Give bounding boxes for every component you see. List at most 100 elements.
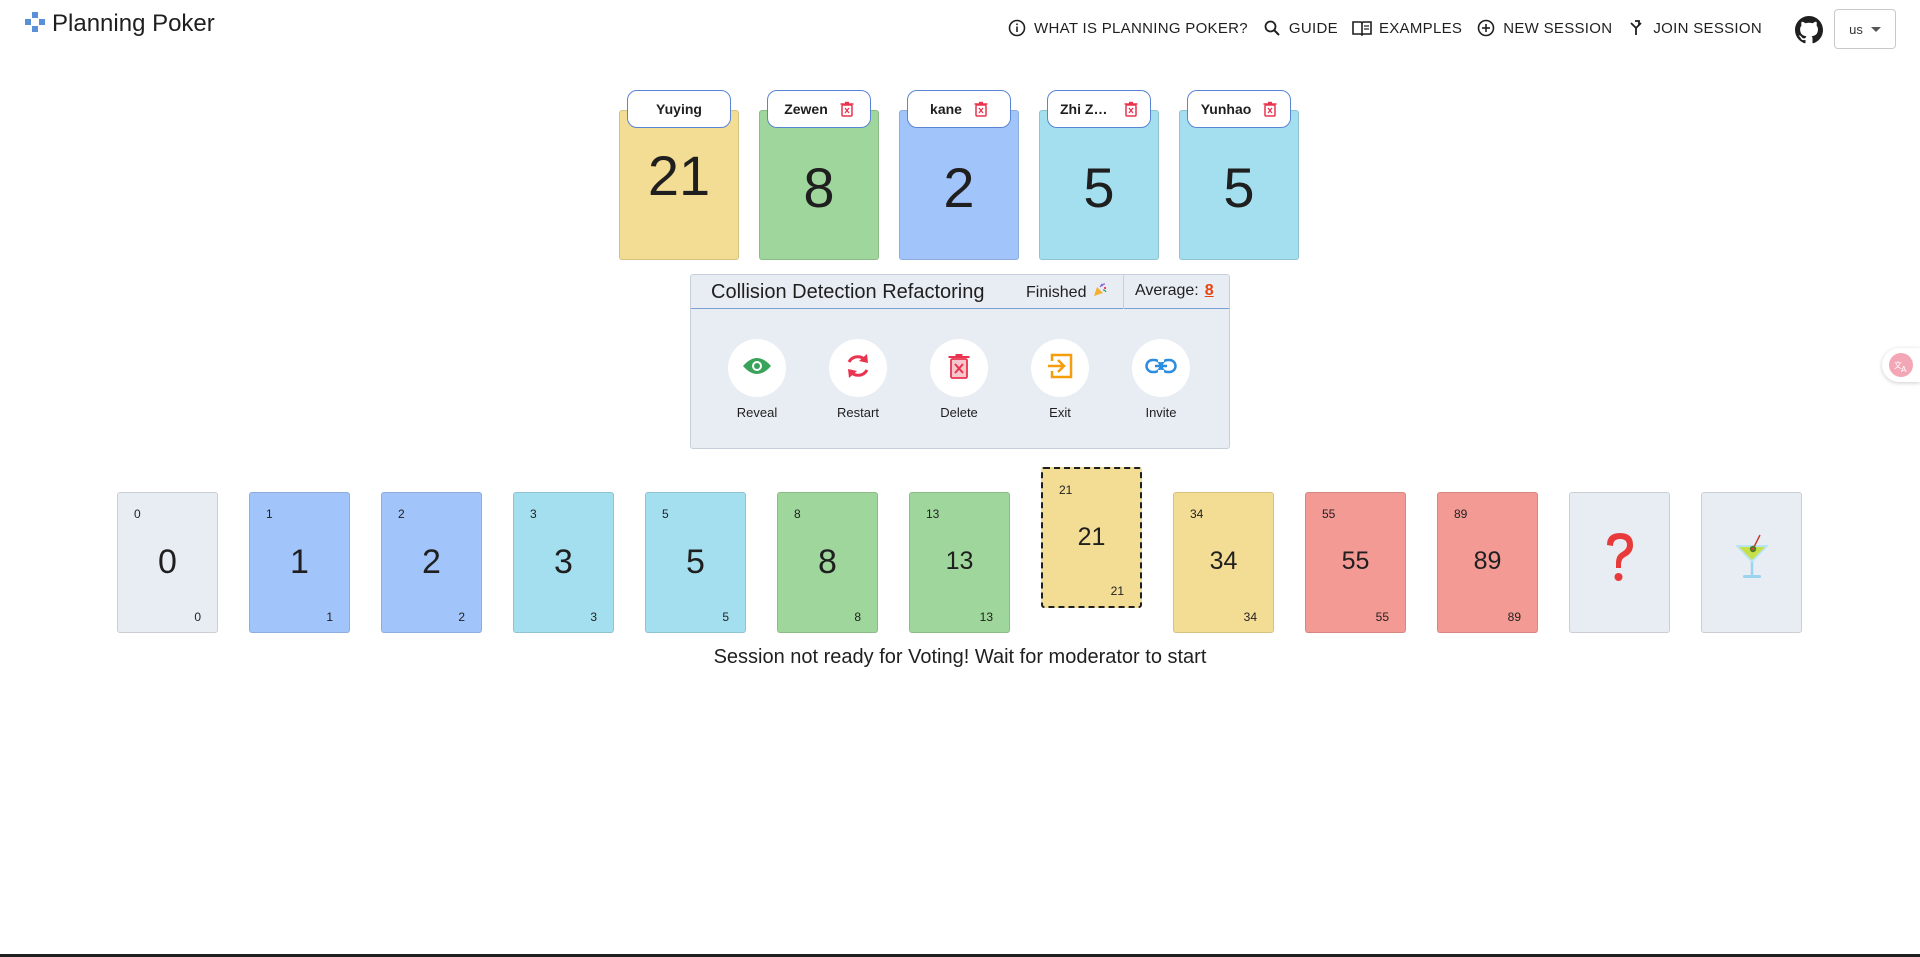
- nav-label: JOIN SESSION: [1653, 19, 1762, 37]
- card-value: 34: [1209, 547, 1238, 575]
- session-status: Finished: [1026, 282, 1108, 303]
- card-corner-value: 3: [590, 610, 597, 624]
- reveal-button-circle[interactable]: [728, 339, 786, 397]
- delete-button[interactable]: Delete: [929, 339, 989, 420]
- deck-card-34[interactable]: 34 34 34: [1173, 492, 1274, 633]
- card-value: 1: [290, 543, 309, 581]
- session-status-label: Finished: [1026, 283, 1087, 301]
- deck-card-2[interactable]: 2 2 2: [381, 492, 482, 633]
- card-corner-value: 89: [1454, 507, 1468, 521]
- player-vote-card: 2: [899, 110, 1019, 260]
- deck-card-0[interactable]: 0 0 0: [117, 492, 218, 633]
- page: Planning Poker WHAT IS PLANNING POKER? G…: [0, 0, 1920, 957]
- deck-card-5[interactable]: 5 5 5: [645, 492, 746, 633]
- player-name: Zewen: [784, 101, 828, 117]
- refresh-icon: [844, 352, 872, 385]
- nav-guide[interactable]: GUIDE: [1262, 18, 1338, 38]
- question-icon: [1570, 531, 1669, 585]
- card-corner-value: 5: [662, 507, 669, 521]
- invite-button-circle[interactable]: [1132, 339, 1190, 397]
- restart-button[interactable]: Restart: [828, 339, 888, 420]
- player-vote-card: 8: [759, 110, 879, 260]
- exit-button-circle[interactable]: [1031, 339, 1089, 397]
- delete-label: Delete: [940, 405, 978, 420]
- session-average: Average: 8: [1135, 282, 1214, 300]
- nav-what-is-planning-poker[interactable]: WHAT IS PLANNING POKER?: [1007, 18, 1248, 38]
- deck-card-55[interactable]: 55 55 55: [1305, 492, 1406, 633]
- deck-card-21-selected[interactable]: 21 21 21: [1041, 467, 1142, 608]
- nav-new-session[interactable]: NEW SESSION: [1476, 18, 1612, 38]
- player-vote-value: 21: [647, 143, 711, 207]
- deck-card-3[interactable]: 3 3 3: [513, 492, 614, 633]
- player-name-tag: kane: [907, 90, 1011, 128]
- card-deck: 000 111 222 333 555 888 13 13 13 21 21 21 34…: [117, 467, 1802, 633]
- session-actions: Reveal Restart Delete Exit Invite: [727, 339, 1191, 420]
- player-card: 2 kane: [899, 90, 1019, 260]
- logo-icon: [24, 11, 46, 38]
- remove-player-icon[interactable]: [1124, 101, 1138, 117]
- deck-card-1[interactable]: 1 1 1: [249, 492, 350, 633]
- remove-player-icon[interactable]: [1263, 101, 1277, 117]
- session-title: Collision Detection Refactoring: [711, 281, 985, 303]
- nav-label: WHAT IS PLANNING POKER?: [1034, 19, 1248, 37]
- delete-box-icon: [948, 353, 970, 384]
- deck-card-8[interactable]: 8 8 8: [777, 492, 878, 633]
- card-value: 13: [945, 547, 974, 575]
- player-card: 5 Yunhao: [1179, 90, 1299, 260]
- player-card: 5 Zhi Zh...: [1039, 90, 1159, 260]
- card-corner-value: 34: [1243, 610, 1257, 624]
- card-corner-value: 8: [854, 610, 861, 624]
- card-corner-value: 1: [326, 610, 333, 624]
- card-corner-value: 13: [979, 610, 993, 624]
- player-vote-card: 5: [1039, 110, 1159, 260]
- card-corner-value: 1: [266, 507, 273, 521]
- reveal-button[interactable]: Reveal: [727, 339, 787, 420]
- merge-icon: [1626, 18, 1646, 38]
- brand-title: Planning Poker: [52, 10, 215, 37]
- player-card: 8 Zewen: [759, 90, 879, 260]
- player-name-tag: Zewen: [767, 90, 871, 128]
- player-name: Zhi Zh...: [1060, 101, 1112, 117]
- card-corner-value: 3: [530, 507, 537, 521]
- card-value: 5: [686, 543, 705, 581]
- delete-button-circle[interactable]: [930, 339, 988, 397]
- card-corner-value: 13: [926, 507, 940, 521]
- brand[interactable]: Planning Poker: [24, 10, 215, 38]
- remove-player-icon[interactable]: [840, 101, 854, 117]
- nav-join-session[interactable]: JOIN SESSION: [1626, 18, 1762, 38]
- card-corner-value: 2: [458, 610, 465, 624]
- card-corner-value: 89: [1507, 610, 1521, 624]
- player-name-tag: Yunhao: [1187, 90, 1291, 128]
- invite-button[interactable]: Invite: [1131, 339, 1191, 420]
- invite-label: Invite: [1145, 405, 1177, 420]
- card-value: 89: [1473, 547, 1502, 575]
- main-nav: WHAT IS PLANNING POKER? GUIDE EXAMPLES N…: [1007, 18, 1762, 38]
- nav-label: NEW SESSION: [1503, 19, 1613, 37]
- exit-label: Exit: [1049, 405, 1071, 420]
- reveal-label: Reveal: [736, 405, 778, 420]
- plus-circle-icon: [1476, 18, 1496, 38]
- player-name-tag: Zhi Zh...: [1047, 90, 1151, 128]
- party-popper-icon: [1092, 282, 1108, 303]
- nav-examples[interactable]: EXAMPLES: [1352, 18, 1462, 38]
- deck-card-question[interactable]: [1569, 492, 1670, 633]
- card-value: 8: [818, 543, 837, 581]
- deck-card-coffee[interactable]: [1701, 492, 1802, 633]
- github-icon[interactable]: [1795, 16, 1823, 44]
- svg-text:A: A: [1901, 365, 1907, 373]
- translate-button[interactable]: 文A: [1882, 348, 1920, 382]
- language-select[interactable]: us: [1834, 9, 1896, 49]
- remove-player-icon[interactable]: [974, 101, 988, 117]
- card-corner-value: 55: [1322, 507, 1336, 521]
- link-icon: [1145, 357, 1177, 379]
- card-corner-value: 0: [194, 610, 201, 624]
- session-header: Collision Detection Refactoring Finished…: [691, 275, 1229, 309]
- exit-button[interactable]: Exit: [1030, 339, 1090, 420]
- exit-icon: [1046, 352, 1074, 385]
- player-vote-value: 8: [803, 155, 835, 219]
- restart-button-circle[interactable]: [829, 339, 887, 397]
- chevron-down-icon: [1870, 26, 1881, 32]
- player-name: Yunhao: [1200, 101, 1252, 117]
- deck-card-89[interactable]: 89 89 89: [1437, 492, 1538, 633]
- deck-card-13[interactable]: 13 13 13: [909, 492, 1010, 633]
